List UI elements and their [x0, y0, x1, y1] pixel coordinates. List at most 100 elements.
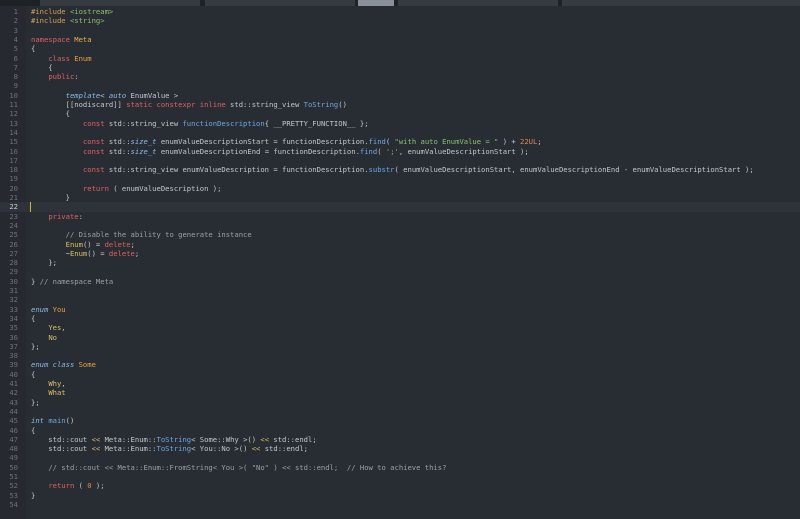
- code-text: Enum() = delete;: [31, 240, 135, 249]
- code-line[interactable]: 13 const std::string_view functionDescri…: [0, 119, 800, 128]
- code-token: }: [31, 490, 36, 500]
- code-line[interactable]: 23 private:: [0, 212, 800, 221]
- code-line[interactable]: 52 return ( 0 );: [0, 481, 800, 490]
- code-line[interactable]: 24: [0, 221, 800, 230]
- code-line[interactable]: 8 public:: [0, 72, 800, 81]
- code-line[interactable]: 25 // Disable the ability to generate in…: [0, 230, 800, 239]
- code-line[interactable]: 41 Why,: [0, 379, 800, 388]
- code-token: );: [91, 481, 105, 491]
- line-number: 28: [9, 258, 18, 268]
- line-number: 2: [13, 16, 18, 26]
- line-number: 44: [9, 406, 18, 416]
- code-line[interactable]: 44: [0, 407, 800, 416]
- code-line[interactable]: 31: [0, 286, 800, 295]
- code-line-current[interactable]: 22: [0, 202, 800, 212]
- code-line[interactable]: 43};: [0, 398, 800, 407]
- code-token: <<: [260, 434, 270, 444]
- code-line[interactable]: 49: [0, 453, 800, 462]
- code-line[interactable]: 45 int main(): [0, 416, 800, 425]
- code-token: {: [31, 62, 53, 72]
- code-line[interactable]: 10 template< auto EnumValue >: [0, 91, 800, 100]
- line-number: 6: [13, 53, 18, 63]
- code-line[interactable]: 30} // namespace Meta: [0, 277, 800, 286]
- code-line[interactable]: 54: [0, 500, 800, 509]
- code-line[interactable]: 27 ~Enum() = delete;: [0, 249, 800, 258]
- code-line[interactable]: 16 const std::size_t enumValueDescriptio…: [0, 147, 800, 156]
- code-line[interactable]: 9: [0, 81, 800, 90]
- code-token: (): [338, 100, 347, 109]
- code-line[interactable]: 50 // std::cout << Meta::Enum::FromStrin…: [0, 463, 800, 472]
- code-token: {: [31, 44, 36, 54]
- code-line[interactable]: 39 enum class Some: [0, 360, 800, 369]
- code-token: , enumValueDescriptionStart );: [398, 146, 529, 156]
- code-token: std::: [104, 137, 131, 147]
- code-line[interactable]: 28 };: [0, 258, 800, 267]
- code-token: {: [31, 313, 36, 323]
- code-line[interactable]: 35 Yes,: [0, 323, 800, 332]
- code-token: size_t: [130, 137, 157, 147]
- code-line[interactable]: 42 What: [0, 388, 800, 397]
- code-token: public: [48, 72, 75, 82]
- line-number: 12: [9, 109, 18, 119]
- code-token: auto: [108, 90, 127, 100]
- code-token: ;: [130, 239, 135, 249]
- code-line[interactable]: 47 std::cout << Meta::Enum::ToString< So…: [0, 435, 800, 444]
- code-text: {: [31, 109, 70, 118]
- code-line[interactable]: 37};: [0, 342, 800, 351]
- code-line[interactable]: 18 const std::string_view enumValueDescr…: [0, 165, 800, 174]
- code-text: public:: [31, 72, 78, 82]
- code-token: <<: [91, 444, 101, 454]
- code-line[interactable]: 33 enum You: [0, 305, 800, 314]
- code-line[interactable]: 34 {: [0, 314, 800, 323]
- code-line[interactable]: 21 }: [0, 193, 800, 202]
- code-token: };: [31, 397, 40, 407]
- code-token: ~: [31, 248, 70, 258]
- code-token: const: [82, 146, 105, 156]
- code-text: Why,: [31, 379, 65, 388]
- code-token: (: [74, 481, 88, 491]
- code-token: };: [31, 341, 40, 351]
- code-line[interactable]: 29: [0, 267, 800, 276]
- code-line[interactable]: 11 [[nodiscard]] static constexpr inline…: [0, 100, 800, 109]
- code-line[interactable]: 12 {: [0, 109, 800, 118]
- code-line[interactable]: 17: [0, 156, 800, 165]
- code-line[interactable]: 53}: [0, 491, 800, 500]
- code-line[interactable]: 20 return ( enumValueDescription );: [0, 184, 800, 193]
- code-line[interactable]: 4 namespace Meta: [0, 35, 800, 44]
- code-line[interactable]: 7 {: [0, 63, 800, 72]
- code-line[interactable]: 19: [0, 174, 800, 183]
- code-line[interactable]: 46 {: [0, 426, 800, 435]
- code-line[interactable]: 6 class Enum: [0, 54, 800, 63]
- code-token: ;: [537, 137, 542, 147]
- code-line[interactable]: 36 No: [0, 333, 800, 342]
- code-line[interactable]: 5{: [0, 44, 800, 53]
- code-text: enum You: [31, 305, 66, 314]
- code-text: };: [31, 258, 57, 267]
- code-line[interactable]: 1 #include <iostream>: [0, 7, 800, 16]
- code-line[interactable]: 38: [0, 351, 800, 360]
- code-token: ;: [134, 248, 140, 258]
- line-number: 31: [9, 286, 18, 295]
- code-text: template< auto EnumValue >: [31, 90, 179, 100]
- line-number: 40: [9, 369, 18, 379]
- code-line[interactable]: 32: [0, 295, 800, 304]
- line-number: 11: [9, 100, 18, 109]
- line-number: 39: [9, 360, 18, 370]
- code-line[interactable]: 40 {: [0, 370, 800, 379]
- line-number: 24: [9, 220, 18, 230]
- code-token: std::cout: [31, 434, 92, 444]
- code-line[interactable]: 26 Enum() = delete;: [0, 240, 800, 249]
- line-number: 38: [9, 351, 18, 361]
- code-line[interactable]: 48 std::cout << Meta::Enum::ToString< Yo…: [0, 444, 800, 453]
- code-line[interactable]: 2 #include <string>: [0, 16, 800, 25]
- code-line[interactable]: 15 const std::size_t enumValueDescriptio…: [0, 137, 800, 146]
- code-editor[interactable]: 1 #include <iostream> 2 #include <string> 3 4…: [0, 6, 800, 519]
- code-line[interactable]: 51: [0, 472, 800, 481]
- code-line[interactable]: 3: [0, 26, 800, 35]
- code-line[interactable]: 14: [0, 128, 800, 137]
